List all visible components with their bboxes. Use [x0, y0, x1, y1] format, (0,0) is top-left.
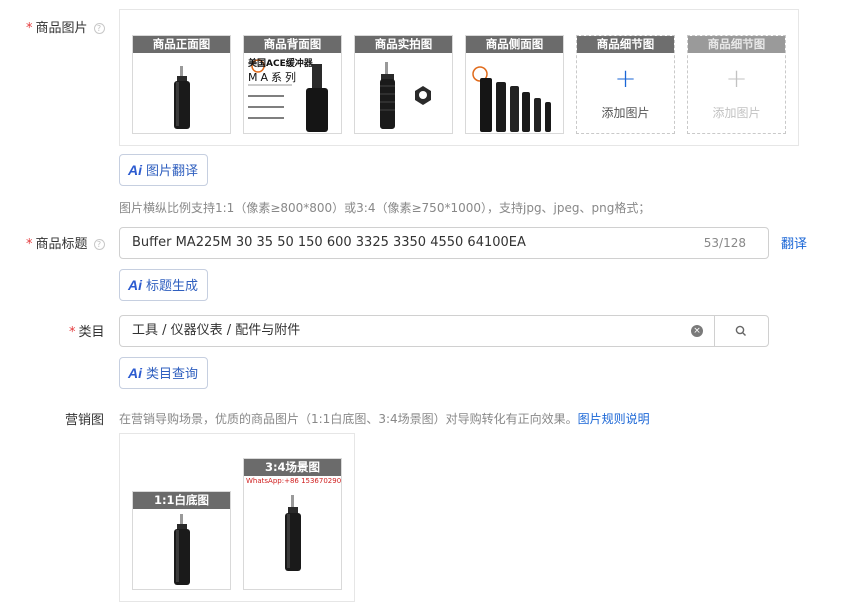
image-format-hint: 图片横纵比例支持1:1（像素≥800*800）或3:4（像素≥750*1000）… — [119, 201, 651, 215]
help-icon[interactable]: ? — [93, 23, 105, 34]
marketing-images-panel: 1:1白底图 3:4场景图 WhatsApp:+86 15367029002 — [119, 433, 355, 602]
title-label: * 商品标题? — [26, 233, 105, 252]
image-slot-front[interactable]: 商品正面图 — [132, 35, 231, 134]
images-label-text: 商品图片 — [35, 21, 88, 36]
images-label: * 商品图片? — [26, 17, 105, 36]
image-rules-link[interactable]: 图片规则说明 — [578, 412, 650, 426]
button-label: 类目查询 — [146, 367, 199, 382]
title-label-text: 商品标题 — [35, 237, 88, 252]
product-images-panel: 商品正面图 美国ACE缓冲器 MA系列 商品背面图 商品实拍图 商品侧面图 商品… — [119, 9, 799, 146]
image-caption: 商品细节图 — [577, 36, 674, 53]
image-caption: 1:1白底图 — [133, 492, 230, 509]
whatsapp-text: WhatsApp:+86 15367029002 — [246, 477, 342, 485]
ai-logo-icon: Ai — [128, 365, 142, 381]
help-icon[interactable]: ? — [93, 239, 105, 250]
image-caption: 商品侧面图 — [466, 36, 563, 53]
button-label: 图片翻译 — [146, 164, 199, 179]
category-label: * 类目 — [69, 321, 105, 340]
add-image-label: 添加图片 — [712, 106, 761, 120]
add-image-label: 添加图片 — [601, 106, 650, 120]
marketing-hint-text: 在营销导购场景，优质的商品图片（1:1白底图、3:4场景图）对导购转化有正向效果… — [119, 412, 578, 426]
ai-logo-icon: Ai — [128, 277, 142, 293]
title-input[interactable]: Buffer MA225M 30 35 50 150 600 3325 3350… — [119, 227, 769, 259]
marketing-label: 营销图 — [65, 413, 105, 428]
image-caption: 商品正面图 — [133, 36, 230, 53]
image-translate-button[interactable]: Ai 图片翻译 — [119, 154, 209, 186]
required-mark: * — [26, 237, 33, 252]
char-count: 53/128 — [703, 236, 746, 250]
image-slot-detail-add[interactable]: 商品细节图 + 添加图片 — [576, 35, 675, 134]
image-slot-real[interactable]: 商品实拍图 — [354, 35, 453, 134]
marketing-image-portrait[interactable]: 3:4场景图 WhatsApp:+86 15367029002 — [243, 458, 342, 590]
image-slot-detail-add-disabled: 商品细节图 + 添加图片 — [687, 35, 786, 134]
image-slot-back[interactable]: 美国ACE缓冲器 MA系列 商品背面图 — [243, 35, 342, 134]
category-query-button[interactable]: Ai 类目查询 — [119, 357, 209, 389]
marketing-image-square[interactable]: 1:1白底图 — [132, 491, 231, 590]
required-mark: * — [26, 21, 33, 36]
image-caption: 商品细节图 — [688, 36, 785, 53]
ai-logo-icon: Ai — [128, 162, 142, 178]
clear-icon[interactable]: × — [691, 325, 703, 337]
title-input-value: Buffer MA225M 30 35 50 150 600 3325 3350… — [132, 235, 526, 250]
required-mark: * — [69, 325, 76, 340]
button-label: 标题生成 — [146, 279, 199, 294]
overlay-series: MA系列 — [248, 71, 300, 84]
category-select[interactable]: 工具 / 仪器仪表 / 配件与附件 × — [119, 315, 769, 347]
image-caption: 3:4场景图 — [244, 459, 341, 476]
overlay-title: 美国ACE缓冲器 — [248, 59, 313, 69]
category-value: 工具 / 仪器仪表 / 配件与附件 — [132, 323, 301, 338]
image-caption: 商品背面图 — [244, 36, 341, 53]
plus-icon: + — [725, 64, 748, 94]
category-label-text: 类目 — [78, 325, 105, 340]
image-caption: 商品实拍图 — [355, 36, 452, 53]
category-search-button[interactable] — [714, 316, 768, 346]
search-icon — [735, 325, 746, 336]
title-generate-button[interactable]: Ai 标题生成 — [119, 269, 209, 301]
plus-icon: + — [614, 64, 637, 94]
image-slot-side[interactable]: 商品侧面图 — [465, 35, 564, 134]
title-translate-link[interactable]: 翻译 — [781, 233, 807, 252]
marketing-hint: 在营销导购场景，优质的商品图片（1:1白底图、3:4场景图）对导购转化有正向效果… — [119, 410, 650, 427]
